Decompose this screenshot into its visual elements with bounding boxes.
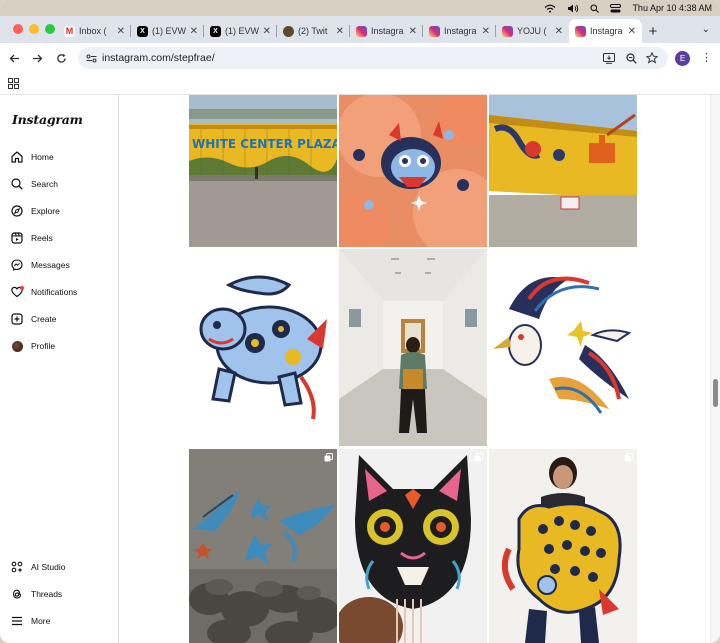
new-tab-button[interactable]: + xyxy=(642,19,664,43)
tab-strip: M Inbox ( ✕ X (1) EVW ✕ X (1) EVW ✕ (2) … xyxy=(0,16,720,43)
instagram-icon xyxy=(429,25,440,37)
tab-gmail[interactable]: M Inbox ( ✕ xyxy=(58,19,131,43)
threads-icon xyxy=(11,588,23,600)
sidebar-item-ai-studio[interactable]: AI Studio xyxy=(11,558,66,576)
tab-twitch[interactable]: (2) Twit ✕ xyxy=(277,19,350,43)
instagram-logo[interactable]: Instagram xyxy=(12,112,83,127)
tab-instagram-active[interactable]: Instagra ✕ xyxy=(569,19,642,43)
instagram-icon xyxy=(575,25,586,37)
search-icon xyxy=(11,178,23,190)
tab-x-2[interactable]: X (1) EVW ✕ xyxy=(204,19,277,43)
install-app-icon[interactable] xyxy=(602,51,616,65)
browser-window: Thu Apr 10 4:38 AM M Inbox ( ✕ X (1) EVW… xyxy=(0,0,720,643)
messenger-icon xyxy=(11,259,23,271)
tab-instagram-1[interactable]: Instagra ✕ xyxy=(350,19,423,43)
bookmarks-bar xyxy=(0,73,720,95)
tab-yoju[interactable]: YOJU ( ✕ xyxy=(496,19,569,43)
menubar-clock[interactable]: Thu Apr 10 4:38 AM xyxy=(632,3,712,13)
site-info-icon[interactable] xyxy=(84,51,98,65)
profile-post-grid: WHITE CENTER PLAZA xyxy=(119,95,710,643)
instagram-icon xyxy=(356,25,367,37)
instagram-icon xyxy=(502,25,513,37)
sidebar-item-home[interactable]: Home xyxy=(11,148,54,166)
post-thumbnail[interactable] xyxy=(189,449,337,643)
address-bar[interactable]: instagram.com/stepfrae/ xyxy=(78,47,668,69)
tab-list: M Inbox ( ✕ X (1) EVW ✕ X (1) EVW ✕ (2) … xyxy=(58,19,664,43)
compass-icon xyxy=(11,205,23,217)
x-icon: X xyxy=(210,25,221,37)
sidebar-item-reels[interactable]: Reels xyxy=(11,229,53,247)
post-thumbnail[interactable] xyxy=(339,95,487,247)
tab-search-chevron-icon[interactable]: ⌄ xyxy=(702,24,710,35)
close-tab-icon[interactable]: ✕ xyxy=(263,26,271,37)
gmail-icon: M xyxy=(64,25,75,37)
x-icon: X xyxy=(137,25,148,37)
home-icon xyxy=(11,151,23,163)
close-tab-icon[interactable]: ✕ xyxy=(628,26,636,37)
profile-avatar xyxy=(11,340,23,352)
browser-profile-avatar[interactable]: E xyxy=(675,51,690,66)
instagram-sidebar: Instagram Home Search Explore Reels Mess… xyxy=(0,95,119,643)
apps-grid-icon[interactable] xyxy=(8,76,19,94)
menu-icon xyxy=(11,615,23,627)
page-scrollbar[interactable] xyxy=(710,95,720,643)
close-tab-icon[interactable]: ✕ xyxy=(117,26,125,37)
close-tab-icon[interactable]: ✕ xyxy=(336,26,344,37)
sidebar-item-messages[interactable]: Messages xyxy=(11,256,70,274)
carousel-icon xyxy=(624,453,633,462)
close-tab-icon[interactable]: ✕ xyxy=(482,26,490,37)
notification-dot xyxy=(20,286,24,290)
browser-toolbar: instagram.com/stepfrae/ E ⋮ xyxy=(0,43,720,73)
close-tab-icon[interactable]: ✕ xyxy=(190,26,198,37)
post-thumbnail[interactable]: WHITE CENTER PLAZA xyxy=(189,95,337,247)
carousel-icon xyxy=(474,453,483,462)
post-thumbnail[interactable] xyxy=(189,249,337,446)
url-text[interactable]: instagram.com/stepfrae/ xyxy=(102,52,215,64)
macos-menubar: Thu Apr 10 4:38 AM xyxy=(0,0,720,16)
forward-arrow-icon[interactable] xyxy=(29,50,45,66)
scrollbar-thumb[interactable] xyxy=(713,379,718,407)
sidebar-item-profile[interactable]: Profile xyxy=(11,337,55,355)
tab-instagram-2[interactable]: Instagra ✕ xyxy=(423,19,496,43)
sidebar-item-threads[interactable]: Threads xyxy=(11,585,62,603)
post-thumbnail[interactable] xyxy=(489,449,637,643)
post-thumbnail[interactable] xyxy=(339,249,487,446)
close-tab-icon[interactable]: ✕ xyxy=(409,26,417,37)
wifi-icon[interactable] xyxy=(544,4,556,13)
post-thumbnail[interactable] xyxy=(339,449,487,643)
control-center-icon[interactable] xyxy=(610,3,622,13)
sidebar-item-create[interactable]: Create xyxy=(11,310,57,328)
spotlight-search-icon[interactable] xyxy=(590,3,600,13)
zoom-window-button[interactable] xyxy=(45,24,55,34)
volume-icon[interactable] xyxy=(567,4,579,13)
sidebar-item-search[interactable]: Search xyxy=(11,175,58,193)
post-thumbnail[interactable] xyxy=(489,95,637,247)
post-sign-text: WHITE CENTER PLAZA xyxy=(192,137,337,151)
ai-studio-icon xyxy=(11,561,23,573)
heart-icon xyxy=(11,286,24,298)
plus-square-icon xyxy=(11,313,23,325)
sidebar-item-notifications[interactable]: Notifications xyxy=(11,283,77,301)
reels-icon xyxy=(11,232,23,244)
close-window-button[interactable] xyxy=(13,24,23,34)
minimize-window-button[interactable] xyxy=(29,24,39,34)
close-tab-icon[interactable]: ✕ xyxy=(555,26,563,37)
sidebar-item-explore[interactable]: Explore xyxy=(11,202,60,220)
zoom-icon[interactable] xyxy=(624,51,638,65)
twitch-icon xyxy=(283,25,294,37)
reload-icon[interactable] xyxy=(53,50,69,66)
back-arrow-icon[interactable] xyxy=(6,50,22,66)
tab-x-1[interactable]: X (1) EVW ✕ xyxy=(131,19,204,43)
sidebar-item-more[interactable]: More xyxy=(11,612,50,630)
browser-menu-icon[interactable]: ⋮ xyxy=(701,51,712,64)
post-thumbnail[interactable] xyxy=(489,249,637,446)
window-controls xyxy=(13,24,55,34)
carousel-icon xyxy=(324,453,333,462)
bookmark-star-icon[interactable] xyxy=(645,51,659,65)
